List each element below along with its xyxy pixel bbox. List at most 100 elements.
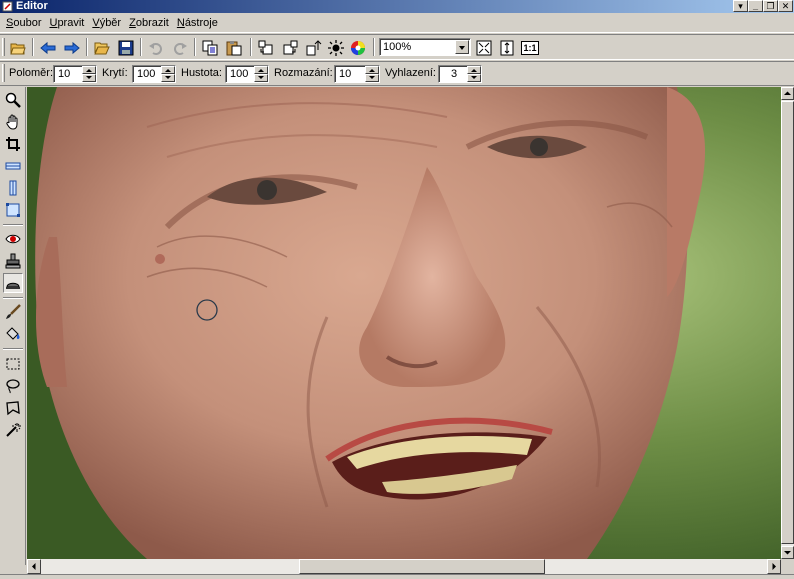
blur-spinner[interactable]: 10: [334, 65, 380, 83]
palette-separator: [3, 224, 23, 226]
resize-canvas-tool[interactable]: [3, 200, 23, 220]
brush-tool[interactable]: [3, 302, 23, 322]
arrow-left-small-icon: [32, 563, 36, 570]
open-folder-button[interactable]: [8, 38, 28, 57]
magnifier-icon: [5, 92, 21, 108]
toolbar-grip[interactable]: [2, 38, 5, 56]
eye-icon: [5, 234, 21, 244]
menu-bar: Soubor Upravit Výběr Zobrazit Nástroje: [0, 13, 794, 33]
opacity-down-button[interactable]: [161, 74, 175, 82]
scroll-up-button[interactable]: [781, 87, 794, 100]
smoothing-spinner[interactable]: 3: [438, 65, 482, 83]
rotate-left-button[interactable]: [256, 38, 276, 57]
arrow-down-icon: [784, 551, 791, 555]
paste-icon: [226, 40, 242, 55]
open-button[interactable]: [92, 38, 112, 57]
radius-spinner[interactable]: 10: [53, 65, 97, 83]
title-bar: Editor ▾ _ ❐ ✕: [0, 0, 794, 13]
lasso-icon: [6, 379, 20, 394]
density-spinner[interactable]: 100: [225, 65, 269, 83]
window-title: Editor: [16, 0, 48, 12]
horizontal-scroll-thumb[interactable]: [299, 559, 545, 574]
smoothing-down-button[interactable]: [467, 74, 481, 82]
forward-button[interactable]: [62, 38, 82, 57]
toolbar-separator: [140, 38, 142, 56]
rotate-left-icon: [258, 40, 273, 54]
radius-up-button[interactable]: [82, 66, 96, 74]
fill-tool[interactable]: [3, 324, 23, 344]
back-button[interactable]: [38, 38, 58, 57]
open-file-icon: [94, 42, 110, 54]
blur-up-button[interactable]: [365, 66, 379, 74]
red-eye-tool[interactable]: [3, 229, 23, 249]
rotate-right-button[interactable]: [280, 38, 300, 57]
undo-button[interactable]: [146, 38, 166, 57]
horizontal-scrollbar[interactable]: [27, 559, 781, 574]
resize-width-tool[interactable]: [3, 156, 23, 176]
vertical-scrollbar[interactable]: [781, 87, 794, 559]
paste-button[interactable]: [224, 38, 244, 57]
menu-soubor[interactable]: Soubor: [2, 14, 45, 32]
toolbar-separator: [373, 38, 375, 56]
menu-vyber[interactable]: Výběr: [88, 14, 125, 32]
smudge-tool[interactable]: [3, 273, 23, 293]
minimize-icon-button[interactable]: _: [748, 0, 763, 12]
brightness-button[interactable]: [326, 38, 346, 57]
radius-value: 10: [58, 68, 71, 80]
rect-select-tool[interactable]: [3, 354, 23, 374]
sun-icon: [328, 39, 344, 56]
actual-size-button[interactable]: 1:1: [520, 38, 540, 57]
copy-button[interactable]: [200, 38, 220, 57]
fit-window-button[interactable]: [474, 38, 494, 57]
toolbar-grip[interactable]: [2, 64, 5, 82]
color-balance-button[interactable]: [348, 38, 368, 57]
toolbar-separator: [194, 38, 196, 56]
density-down-button[interactable]: [254, 74, 268, 82]
radius-down-button[interactable]: [82, 74, 96, 82]
menu-nastroje[interactable]: Nástroje: [173, 14, 222, 32]
opacity-spinner[interactable]: 100: [132, 65, 176, 83]
zoom-dropdown-button[interactable]: [455, 40, 469, 54]
brush-icon: [6, 304, 21, 319]
minimize-button[interactable]: ▾: [733, 0, 748, 12]
restore-button[interactable]: ❐: [763, 0, 778, 12]
arrow-up-icon: [784, 91, 791, 95]
menu-upravit[interactable]: Upravit: [45, 14, 88, 32]
scroll-down-button[interactable]: [781, 546, 794, 559]
blur-down-button[interactable]: [365, 74, 379, 82]
tool-palette: [0, 87, 26, 565]
opacity-label: Krytí:: [102, 67, 128, 79]
density-label: Hustota:: [181, 67, 222, 79]
smudge-icon: [6, 282, 20, 289]
smoothing-up-button[interactable]: [467, 66, 481, 74]
scroll-right-button[interactable]: [767, 559, 781, 574]
close-button[interactable]: ✕: [778, 0, 793, 12]
fit-height-button[interactable]: [497, 38, 517, 57]
scroll-left-button[interactable]: [27, 559, 41, 574]
vertical-scroll-thumb[interactable]: [781, 101, 794, 544]
opacity-up-button[interactable]: [161, 66, 175, 74]
resize-height-tool[interactable]: [3, 178, 23, 198]
density-up-button[interactable]: [254, 66, 268, 74]
magic-wand-tool[interactable]: [3, 420, 23, 440]
zoom-tool[interactable]: [3, 90, 23, 110]
redo-button[interactable]: [170, 38, 190, 57]
stamp-tool[interactable]: [3, 251, 23, 271]
zoom-select[interactable]: 100%: [379, 38, 471, 56]
status-bar: [0, 574, 794, 579]
flip-button[interactable]: [304, 38, 324, 57]
actual-size-label: 1:1: [521, 40, 539, 55]
save-button[interactable]: [116, 38, 136, 57]
hand-tool[interactable]: [3, 112, 23, 132]
crop-tool[interactable]: [3, 134, 23, 154]
image-canvas[interactable]: [27, 87, 781, 559]
arrow-right-small-icon: [772, 563, 776, 570]
rect-select-icon: [6, 358, 20, 370]
polygon-select-tool[interactable]: [3, 398, 23, 418]
arrow-right-icon: [64, 41, 80, 54]
lasso-tool[interactable]: [3, 376, 23, 396]
arrow-left-icon: [40, 41, 56, 54]
smoothing-label: Vyhlazení:: [385, 67, 436, 79]
smoothing-value: 3: [451, 68, 458, 80]
menu-zobrazit[interactable]: Zobrazit: [125, 14, 173, 32]
